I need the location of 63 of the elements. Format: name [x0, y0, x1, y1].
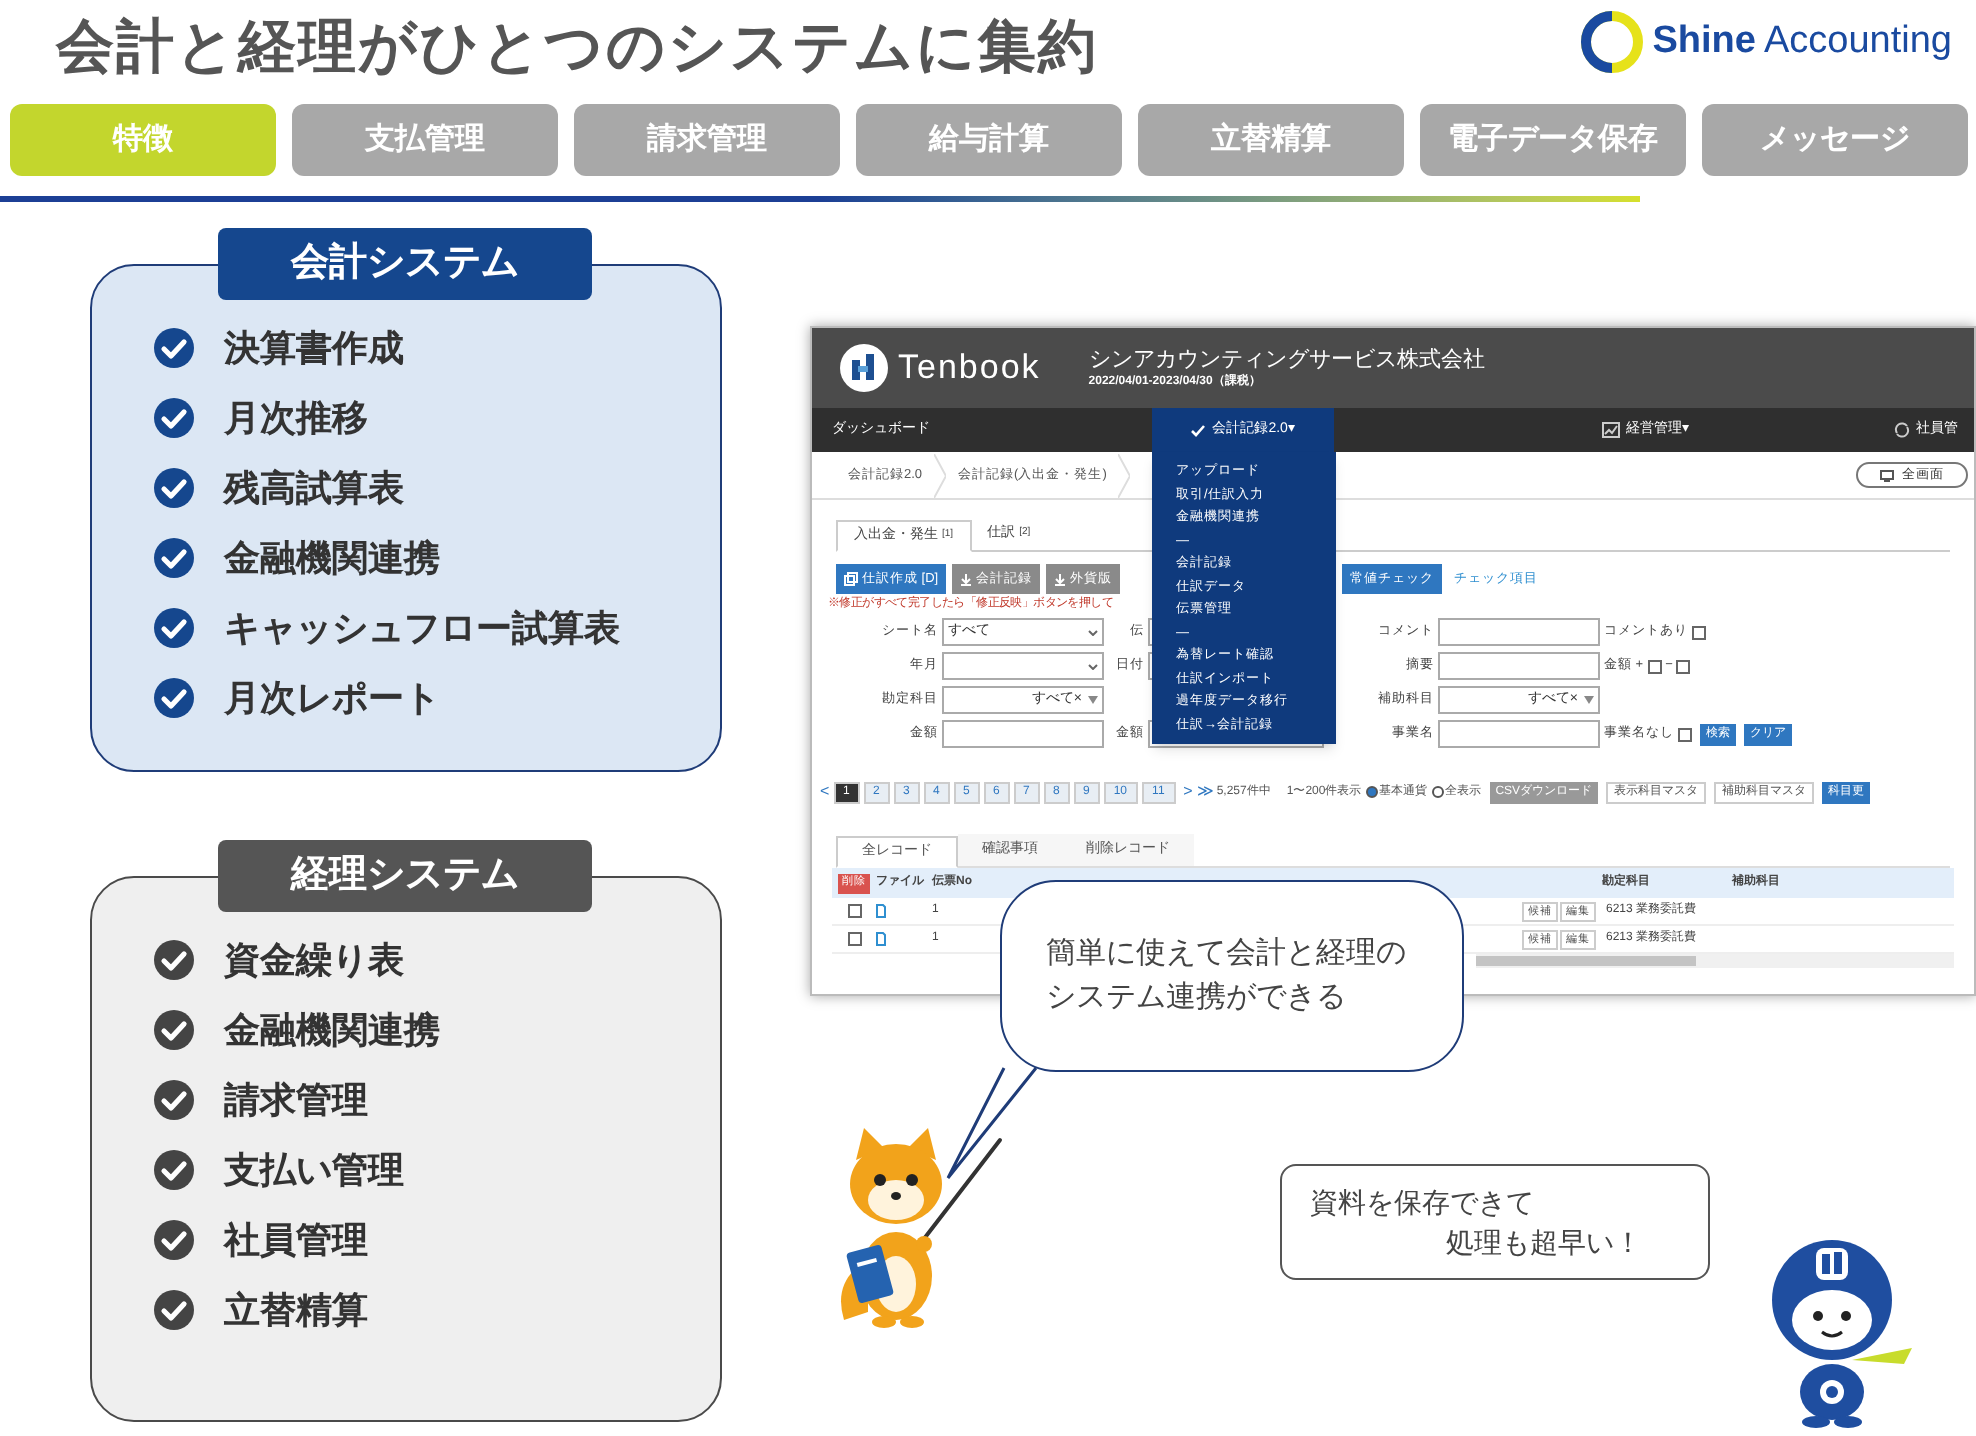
next-page-link[interactable]: > [1183, 780, 1193, 804]
copy-icon [844, 572, 858, 586]
feature-item: 残高試算表 [224, 466, 404, 510]
dropdown-caret-icon [1088, 696, 1098, 704]
check-circle-icon [152, 1078, 196, 1122]
input-field[interactable] [1438, 720, 1600, 748]
bubble-text: 簡単に使えて会計と経理の [1046, 934, 1408, 974]
product-name: Accounting [1763, 17, 1952, 66]
ring-logo-icon [1580, 10, 1645, 74]
radio-button[interactable] [1431, 786, 1444, 798]
dropdown-caret-icon [1584, 696, 1594, 704]
download-icon [960, 573, 973, 585]
check-circle-icon [152, 1148, 196, 1192]
select-field[interactable] [942, 652, 1104, 680]
feature-item: 月次推移 [224, 396, 368, 440]
check-circle-icon [152, 396, 196, 440]
feature-item: 立替精算 [224, 1288, 368, 1332]
chart-icon [1602, 422, 1621, 438]
checkbox[interactable] [847, 904, 861, 918]
checkbox[interactable] [1676, 659, 1691, 673]
checkbox[interactable] [1692, 625, 1706, 639]
check-circle-icon [152, 938, 196, 982]
input-field[interactable] [942, 720, 1104, 748]
app-logo-icon [840, 344, 888, 392]
check-circle-icon [152, 466, 196, 510]
feature-item: 請求管理 [224, 1078, 368, 1122]
checkbox[interactable] [1647, 659, 1662, 673]
brand-name: Shine [1652, 17, 1756, 66]
feature-item: 支払い管理 [224, 1148, 404, 1192]
feature-item: 月次レポート [224, 676, 440, 720]
checkbox[interactable] [847, 932, 861, 946]
check-circle-icon [152, 606, 196, 650]
download-icon [1054, 573, 1067, 585]
company-name: シンアカウンティングサービス株式会社 [1088, 349, 1485, 371]
monitor-icon [1880, 469, 1894, 481]
dropdown-caret-icon [1088, 629, 1098, 635]
last-page-link[interactable]: ≫ [1196, 780, 1213, 804]
check-circle-icon [152, 676, 196, 720]
panel-title: 経理システム [218, 840, 592, 912]
radio-button[interactable] [1365, 786, 1378, 798]
check-circle-icon [152, 1288, 196, 1332]
panel-title: 会計システム [218, 228, 592, 300]
bubble-text: システム連携ができる [1046, 978, 1348, 1018]
check-circle-icon [152, 326, 196, 370]
feature-item: 社員管理 [224, 1218, 368, 1262]
previous-page-link[interactable]: < [820, 780, 830, 804]
dropdown-caret-icon [1088, 663, 1098, 669]
checkbox[interactable] [1678, 727, 1692, 741]
check-circle-icon [152, 1218, 196, 1262]
page-title: 会計と経理がひとつのシステムに集約 [56, 14, 1098, 84]
check-circle-icon [152, 536, 196, 580]
input-field[interactable] [1438, 618, 1600, 646]
input-field[interactable] [1438, 652, 1600, 680]
feature-item: キャッシュフロー試算表 [224, 606, 620, 650]
feature-item: 決算書作成 [224, 326, 404, 370]
feature-item: 金融機関連携 [224, 1008, 440, 1052]
bubble-text: 資料を保存できて [1310, 1184, 1536, 1222]
app-logo-text: Tenbook [898, 346, 1041, 391]
feature-item: 金融機関連携 [224, 536, 440, 580]
bubble-text: 処理も超早い！ [1446, 1224, 1644, 1262]
feature-item: 資金繰り表 [224, 938, 404, 982]
check-icon [1190, 423, 1207, 437]
check-circle-icon [152, 1008, 196, 1052]
